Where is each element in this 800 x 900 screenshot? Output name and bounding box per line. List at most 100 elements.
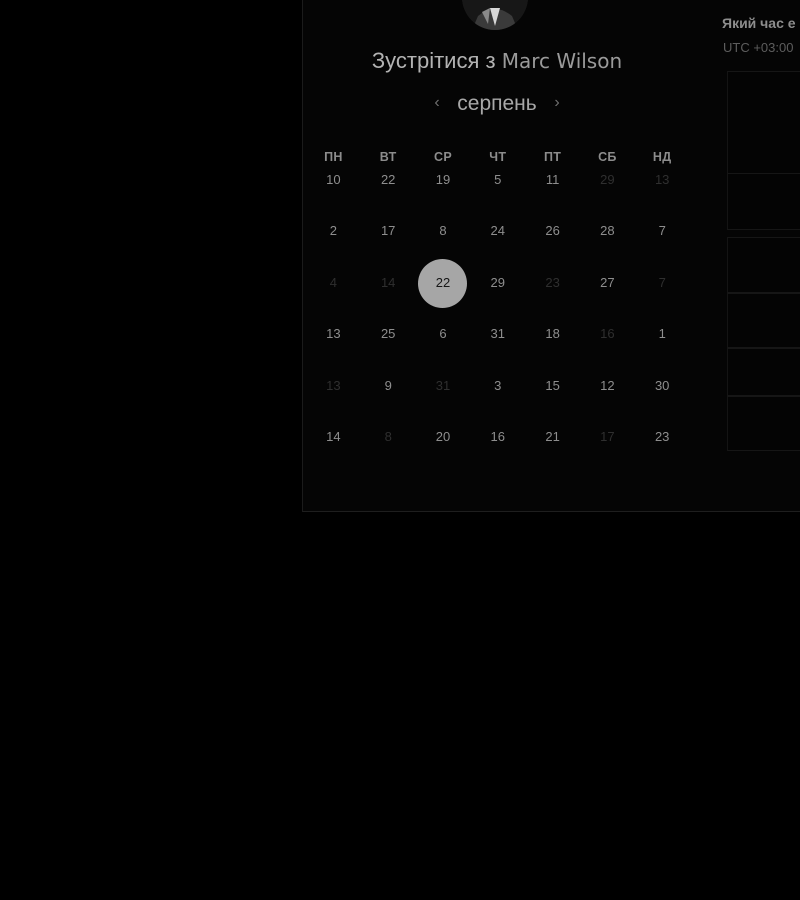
- calendar-day[interactable]: 9: [361, 376, 416, 396]
- chevron-left-icon[interactable]: ‹: [430, 94, 444, 112]
- calendar-day[interactable]: 24: [470, 221, 525, 241]
- calendar-week: 14 8 20 16 21 17 23: [306, 427, 690, 478]
- calendar-day[interactable]: 25: [361, 324, 416, 344]
- day-number: 15: [545, 377, 560, 393]
- calendar-day[interactable]: 16: [470, 427, 525, 447]
- calendar-week: 13 9 31 3 15 12 30: [306, 376, 690, 427]
- day-number: 29: [600, 172, 615, 187]
- weekday-header: ПН ВТ СР ЧТ ПТ СБ НД: [306, 150, 690, 164]
- calendar-week: 10 22 19 5 11 29 13: [306, 170, 690, 221]
- calendar-day: 14: [361, 273, 416, 293]
- day-number: 16: [600, 326, 615, 342]
- calendar-day: 4: [306, 273, 361, 293]
- day-number: 19: [435, 172, 451, 187]
- current-month: серпень: [457, 92, 537, 115]
- chevron-right-icon[interactable]: ›: [550, 94, 564, 112]
- time-slot[interactable]: [727, 348, 800, 396]
- day-number: 22: [435, 274, 451, 290]
- month-navigator: ‹ серпень ›: [420, 92, 574, 120]
- day-number: 8: [439, 223, 447, 239]
- time-slot[interactable]: [727, 396, 800, 451]
- calendar-day[interactable]: 13: [306, 324, 361, 344]
- calendar-week: 4 14 22 29 23 27 7: [306, 259, 690, 324]
- timezone-label[interactable]: UTC +03:00: [723, 40, 793, 55]
- calendar-day[interactable]: 22: [361, 170, 416, 190]
- day-number: 14: [326, 428, 341, 444]
- calendar-day: 8: [361, 427, 416, 447]
- day-number: 6: [439, 326, 447, 342]
- calendar-day[interactable]: 21: [525, 427, 580, 447]
- day-number: 7: [658, 223, 666, 239]
- day-number: 22: [380, 172, 396, 187]
- calendar-day: 16: [580, 324, 635, 344]
- calendar-day[interactable]: 3: [470, 376, 525, 396]
- calendar-day[interactable]: 20: [416, 427, 471, 447]
- day-number: 28: [600, 223, 615, 239]
- calendar-day[interactable]: 23: [635, 427, 690, 447]
- calendar-day[interactable]: 10: [306, 170, 361, 190]
- calendar-day[interactable]: 31: [470, 324, 525, 344]
- weekday-label: НД: [652, 150, 672, 164]
- calendar-day[interactable]: 6: [416, 324, 471, 344]
- day-number: 21: [545, 428, 560, 444]
- day-number: 10: [326, 172, 341, 187]
- calendar-day[interactable]: 15: [525, 376, 580, 396]
- calendar-day[interactable]: 28: [580, 221, 635, 241]
- calendar-day[interactable]: 17: [361, 221, 416, 241]
- calendar-day[interactable]: 27: [580, 273, 635, 293]
- calendar-day[interactable]: 29: [470, 273, 525, 293]
- day-number: 4: [329, 274, 338, 290]
- calendar-day: 23: [525, 273, 580, 293]
- day-number: 31: [490, 326, 506, 342]
- calendar-day[interactable]: 19: [416, 170, 471, 190]
- day-number: 8: [384, 428, 392, 444]
- calendar-day[interactable]: 7: [635, 221, 690, 241]
- weekday-label: ВТ: [379, 150, 397, 164]
- weekday-label: ЧТ: [489, 150, 507, 164]
- page: Зустрітися з Marc Wilson ‹ серпень › ПН …: [0, 0, 800, 900]
- calendar-day-selected[interactable]: 22: [416, 259, 471, 309]
- host-name: Marc Wilson: [501, 49, 623, 73]
- day-number: 3: [494, 377, 502, 393]
- calendar-grid: 10 22 19 5 11 29 13 2 17 8 24 26 28 7 4 14 22 29 23 27 7 13 25…: [306, 170, 690, 478]
- day-number: 31: [435, 377, 451, 393]
- calendar-week: 13 25 6 31 18 16 1: [306, 324, 690, 375]
- time-picker-title: Який час е: [722, 15, 796, 31]
- calendar-day[interactable]: 14: [306, 427, 361, 447]
- calendar-day: 13: [635, 170, 690, 190]
- day-number: 20: [435, 428, 451, 444]
- calendar-day[interactable]: 8: [416, 221, 471, 241]
- day-number: 23: [654, 428, 670, 444]
- day-number: 16: [490, 428, 506, 444]
- day-number: 14: [380, 274, 396, 290]
- day-number: 27: [600, 274, 615, 290]
- calendar-day[interactable]: 5: [470, 170, 525, 190]
- calendar-day: 31: [416, 376, 471, 396]
- day-number: 2: [329, 223, 338, 239]
- weekday-label: СБ: [598, 150, 617, 164]
- calendar-day[interactable]: 18: [525, 324, 580, 344]
- calendar-day[interactable]: 26: [525, 221, 580, 241]
- time-slot[interactable]: [727, 237, 800, 293]
- day-number: 23: [545, 274, 560, 290]
- title-prefix: Зустрітися з: [371, 48, 496, 73]
- day-number: 11: [545, 172, 560, 187]
- day-number: 24: [490, 223, 506, 239]
- day-number: 30: [654, 377, 670, 393]
- weekday-label: ПТ: [543, 150, 562, 164]
- day-number: 17: [380, 223, 396, 239]
- calendar-day[interactable]: 30: [635, 376, 690, 396]
- time-slot[interactable]: [727, 173, 800, 230]
- meeting-title: Зустрітися з Marc Wilson: [300, 48, 694, 74]
- weekday-label: ПН: [324, 150, 343, 164]
- calendar-day[interactable]: 2: [306, 221, 361, 241]
- day-number: 9: [384, 377, 392, 393]
- calendar-day[interactable]: 12: [580, 376, 635, 396]
- time-slot[interactable]: [727, 71, 800, 174]
- time-slot[interactable]: [727, 293, 800, 348]
- calendar-day[interactable]: 1: [635, 324, 690, 344]
- day-number: 7: [658, 274, 666, 290]
- calendar-day[interactable]: 11: [525, 170, 580, 190]
- day-number: 29: [490, 274, 506, 290]
- calendar-week: 2 17 8 24 26 28 7: [306, 221, 690, 272]
